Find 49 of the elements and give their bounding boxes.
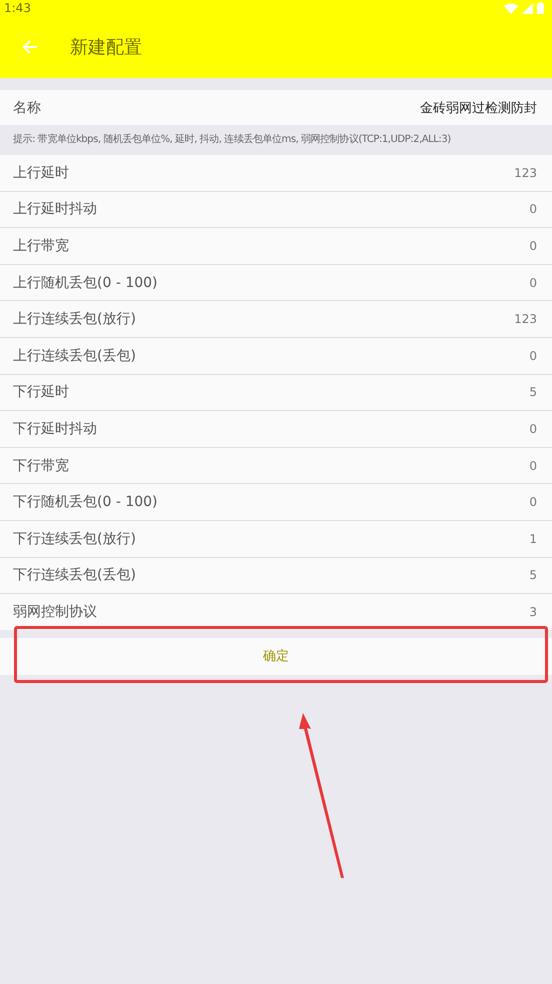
setting-row[interactable]: 下行延时 5	[0, 374, 552, 412]
setting-label: 上行随机丢包(0 - 100)	[13, 274, 158, 292]
setting-value: 0	[529, 458, 537, 473]
status-time: 1:43	[4, 1, 31, 15]
screen-title: 新建配置	[70, 36, 142, 59]
back-arrow-icon[interactable]	[22, 39, 38, 55]
setting-row[interactable]: 下行随机丢包(0 - 100) 0	[0, 484, 552, 521]
setting-value: 0	[529, 495, 537, 510]
setting-label: 下行连续丢包(丢包)	[13, 566, 136, 584]
setting-row[interactable]: 下行连续丢包(丢包) 5	[0, 558, 552, 594]
setting-value: 0	[529, 238, 537, 253]
setting-row[interactable]: 上行带宽 0	[0, 228, 552, 265]
setting-value: 0	[529, 276, 537, 290]
setting-value: 3	[529, 604, 537, 619]
hint-text: 提示: 带宽单位kbps, 随机丢包单位%, 延时, 抖动, 连续丢包单位ms, 弱网控制协议(TCP:1,UDP:2,ALL:3)	[12, 132, 452, 147]
setting-value: 1	[529, 532, 537, 546]
setting-value: 5	[529, 385, 537, 400]
setting-row[interactable]: 弱网控制协议 3	[0, 594, 552, 630]
field-value: 金砖弱网过检测防封	[420, 100, 537, 116]
setting-row[interactable]: 上行连续丢包(丢包) 0	[0, 338, 552, 375]
battery-icon	[537, 2, 544, 14]
setting-value: 0	[529, 202, 537, 216]
wifi-icon	[504, 2, 518, 14]
setting-row[interactable]: 下行连续丢包(放行) 1	[0, 520, 552, 558]
setting-label: 下行连续丢包(放行)	[13, 530, 136, 548]
setting-value: 123	[514, 166, 537, 180]
setting-value: 5	[529, 568, 537, 582]
setting-value: 0	[529, 422, 537, 436]
signal-icon	[522, 2, 533, 14]
name-row[interactable]: 名称 金砖弱网过检测防封	[0, 90, 552, 125]
setting-label: 下行带宽	[13, 456, 69, 475]
setting-label: 下行延时抖动	[13, 420, 97, 438]
setting-label: 下行随机丢包(0 - 100)	[13, 493, 158, 512]
setting-row[interactable]: 上行延时 123	[0, 155, 552, 192]
setting-label: 上行连续丢包(丢包)	[13, 346, 136, 365]
field-label: 名称	[13, 98, 41, 116]
setting-row[interactable]: 下行延时抖动 0	[0, 411, 552, 448]
setting-label: 上行延时	[13, 164, 69, 182]
setting-row[interactable]: 上行延时抖动 0	[0, 192, 552, 228]
setting-label: 上行连续丢包(放行)	[13, 310, 136, 328]
setting-label: 上行延时抖动	[13, 200, 97, 218]
setting-label: 下行延时	[13, 383, 69, 402]
setting-row[interactable]: 上行连续丢包(放行) 123	[0, 301, 552, 338]
setting-row[interactable]: 上行随机丢包(0 - 100) 0	[0, 264, 552, 302]
setting-value: 123	[514, 312, 537, 326]
setting-label: 弱网控制协议	[13, 602, 97, 621]
setting-value: 0	[529, 348, 537, 363]
setting-row[interactable]: 下行带宽 0	[0, 448, 552, 484]
setting-label: 上行带宽	[13, 236, 69, 255]
